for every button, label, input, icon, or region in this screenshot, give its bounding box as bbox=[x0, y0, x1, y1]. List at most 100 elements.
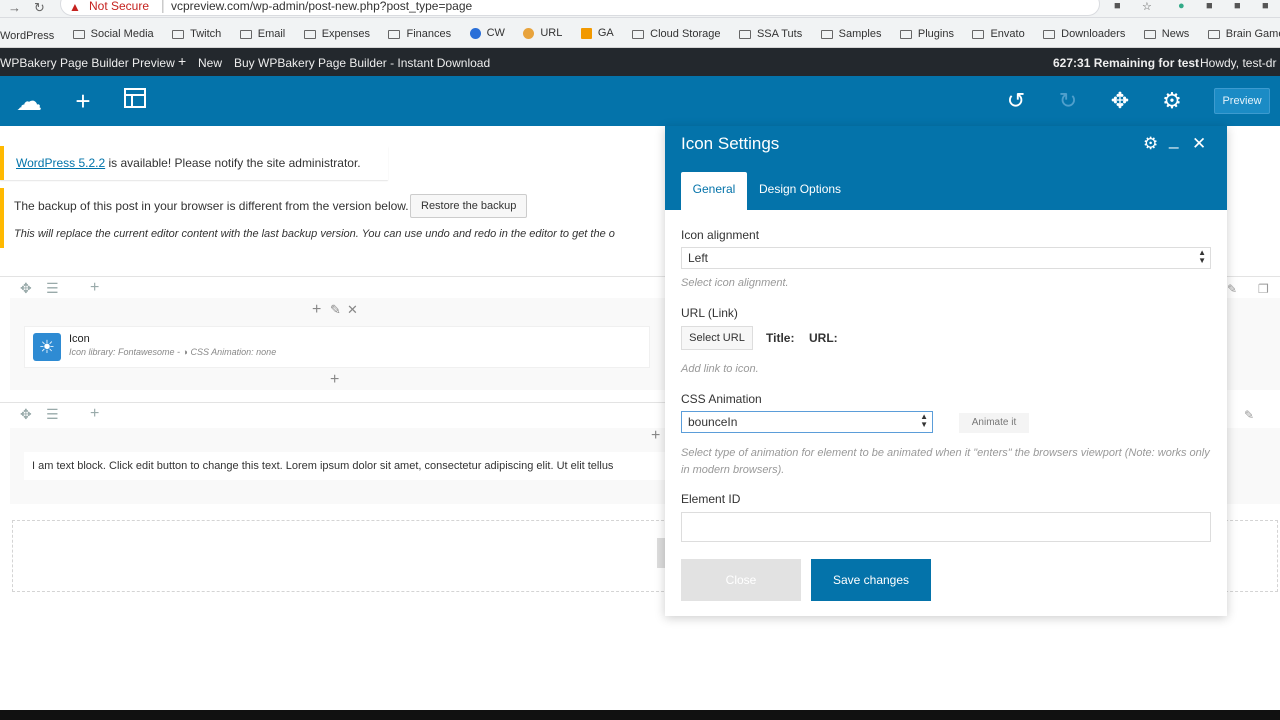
buy-link[interactable]: Buy WPBakery Page Builder - Instant Down… bbox=[234, 56, 490, 70]
chrome-icon bbox=[523, 27, 535, 39]
css-animation-select[interactable]: bounceIn ▲ ▼ bbox=[681, 411, 933, 433]
row-move-icon[interactable]: ✥ bbox=[20, 280, 32, 297]
settings-gear-icon[interactable]: ⚙ bbox=[1159, 88, 1185, 114]
folder-icon bbox=[1043, 29, 1056, 39]
new-content-link[interactable]: New bbox=[198, 56, 222, 70]
browser-toolbar: → ↻ ▲ Not Secure | vcpreview.com/wp-admi… bbox=[0, 0, 1280, 18]
url-help: Add link to icon. bbox=[681, 363, 759, 375]
row-layout-icon[interactable]: ☰ bbox=[46, 280, 59, 297]
css-animation-help: Select type of animation for element to … bbox=[681, 447, 1210, 476]
backup-notice: The backup of this post in your browser … bbox=[0, 188, 670, 248]
analytics-icon bbox=[580, 27, 592, 39]
row-layout-icon[interactable]: ☰ bbox=[46, 406, 59, 423]
column-add-icon[interactable]: + bbox=[312, 301, 321, 319]
bookmark-link[interactable]: URL bbox=[523, 18, 562, 47]
plus-icon[interactable]: + bbox=[178, 53, 186, 69]
forward-icon[interactable]: → bbox=[8, 0, 21, 15]
camera-icon[interactable]: ■ bbox=[1114, 0, 1121, 12]
row-move-icon[interactable]: ✥ bbox=[20, 406, 32, 423]
restore-backup-button[interactable]: Restore the backup bbox=[410, 194, 528, 218]
link-title-label: Title: bbox=[766, 331, 795, 345]
url-separator: | bbox=[161, 0, 165, 13]
element-name: Icon bbox=[69, 333, 90, 345]
page-builder-toolbar: ☁ + ↺ ↻ ✥ ⚙ Preview bbox=[0, 76, 1280, 126]
site-name-link[interactable]: WPBakery Page Builder Preview bbox=[0, 56, 175, 70]
add-element-icon[interactable]: + bbox=[330, 371, 339, 389]
select-url-button[interactable]: Select URL bbox=[681, 326, 753, 350]
bookmark-folder[interactable]: Cloud Storage bbox=[632, 19, 721, 47]
row-divider bbox=[1227, 276, 1280, 277]
bookmark-folder[interactable]: Brain Games bbox=[1207, 19, 1280, 47]
animate-it-button[interactable]: Animate it bbox=[959, 413, 1029, 433]
row-divider bbox=[0, 402, 670, 403]
cloud-icon bbox=[469, 27, 481, 39]
star-icon[interactable]: ☆ bbox=[1142, 0, 1152, 13]
save-changes-button[interactable]: Save changes bbox=[811, 559, 931, 601]
bookmark-folder[interactable]: Downloaders bbox=[1043, 19, 1125, 47]
fullscreen-icon[interactable]: ✥ bbox=[1107, 88, 1133, 114]
sun-icon: ☀ bbox=[33, 333, 61, 361]
row-clone-icon[interactable]: ❐ bbox=[1258, 282, 1269, 296]
address-bar[interactable]: ▲ Not Secure | vcpreview.com/wp-admin/po… bbox=[60, 0, 1100, 16]
column-add-icon[interactable]: + bbox=[651, 427, 660, 445]
text-block-element[interactable]: I am text block. Click edit button to ch… bbox=[24, 452, 674, 480]
bookmark-folder[interactable]: Social Media bbox=[72, 19, 154, 47]
wordpress-update-link[interactable]: WordPress 5.2.2 bbox=[16, 156, 105, 170]
folder-icon bbox=[72, 29, 85, 39]
bookmark-folder[interactable]: Twitch bbox=[172, 19, 221, 47]
bookmark-folder[interactable]: Finances bbox=[388, 19, 451, 47]
bookmark-folder[interactable]: Email bbox=[239, 19, 285, 47]
link-url-label: URL: bbox=[809, 331, 838, 345]
tab-general[interactable]: General bbox=[681, 172, 747, 210]
icon-alignment-select[interactable]: Left ▲ ▼ bbox=[681, 247, 1211, 269]
row-add-icon[interactable]: + bbox=[90, 279, 99, 297]
bookmark-link[interactable]: CW bbox=[469, 18, 505, 47]
close-button[interactable]: Close bbox=[681, 559, 801, 601]
bookmark-folder[interactable]: Plugins bbox=[899, 19, 954, 47]
minimize-icon[interactable]: _ bbox=[1169, 130, 1178, 150]
bookmark-folder[interactable]: Expenses bbox=[303, 19, 370, 47]
modal-title: Icon Settings bbox=[681, 134, 780, 153]
select-arrows-icon: ▲ ▼ bbox=[920, 412, 928, 429]
undo-icon[interactable]: ↺ bbox=[1003, 88, 1029, 114]
close-icon[interactable]: ✕ bbox=[1192, 134, 1206, 154]
bookmark-folder[interactable]: SSA Tuts bbox=[738, 19, 802, 47]
row-add-icon[interactable]: + bbox=[90, 405, 99, 423]
wp-admin-bar: WPBakery Page Builder Preview + New Buy … bbox=[0, 48, 1280, 76]
folder-icon bbox=[303, 29, 316, 39]
column-edit-icon[interactable]: ✎ bbox=[330, 302, 341, 318]
howdy-user[interactable]: Howdy, test-dr bbox=[1200, 56, 1276, 70]
backup-notice-text: The backup of this post in your browser … bbox=[14, 199, 409, 213]
extension-icon[interactable]: ■ bbox=[1234, 0, 1241, 12]
wpbakery-logo-icon[interactable]: ☁ bbox=[16, 88, 42, 114]
url-text[interactable]: vcpreview.com/wp-admin/post-new.php?post… bbox=[171, 0, 472, 13]
folder-icon bbox=[1207, 29, 1220, 39]
folder-icon bbox=[172, 29, 185, 39]
extension-icon[interactable]: ■ bbox=[1206, 0, 1213, 12]
bookmark-folder[interactable]: WordPress bbox=[0, 21, 54, 48]
reload-icon[interactable]: ↻ bbox=[34, 0, 45, 16]
bookmark-folder[interactable]: Envato bbox=[972, 19, 1025, 47]
preview-button[interactable]: Preview bbox=[1214, 88, 1270, 114]
bookmark-folder[interactable]: Samples bbox=[820, 19, 881, 47]
update-notice-text: is available! Please notify the site adm… bbox=[105, 156, 361, 170]
extension-icon[interactable]: ■ bbox=[1262, 0, 1269, 12]
row-column bbox=[1227, 298, 1280, 390]
row-column bbox=[1227, 428, 1280, 504]
row-controls: ✥ ☰ + bbox=[12, 405, 112, 428]
bookmark-folder[interactable]: News bbox=[1143, 19, 1189, 47]
extension-icon[interactable]: ● bbox=[1178, 0, 1185, 12]
row-edit-icon[interactable]: ✎ bbox=[1227, 282, 1237, 296]
gear-icon[interactable]: ⚙ bbox=[1143, 134, 1158, 154]
tab-design-options[interactable]: Design Options bbox=[759, 172, 841, 210]
add-row-button-edge[interactable] bbox=[657, 538, 665, 568]
bookmark-link[interactable]: GA bbox=[580, 18, 614, 47]
icon-settings-modal: Icon Settings ⚙ _ ✕ General Design Optio… bbox=[665, 126, 1227, 616]
element-id-input[interactable] bbox=[681, 512, 1211, 542]
row-edit-icon[interactable]: ✎ bbox=[1244, 408, 1254, 422]
add-element-icon[interactable]: + bbox=[70, 88, 96, 114]
column-delete-icon[interactable]: ✕ bbox=[347, 302, 358, 318]
icon-element[interactable]: ☀ Icon Icon library: Fontawesome - ◑ CSS… bbox=[24, 326, 650, 368]
css-animation-value: bounceIn bbox=[688, 415, 738, 429]
templates-icon[interactable] bbox=[122, 88, 148, 114]
